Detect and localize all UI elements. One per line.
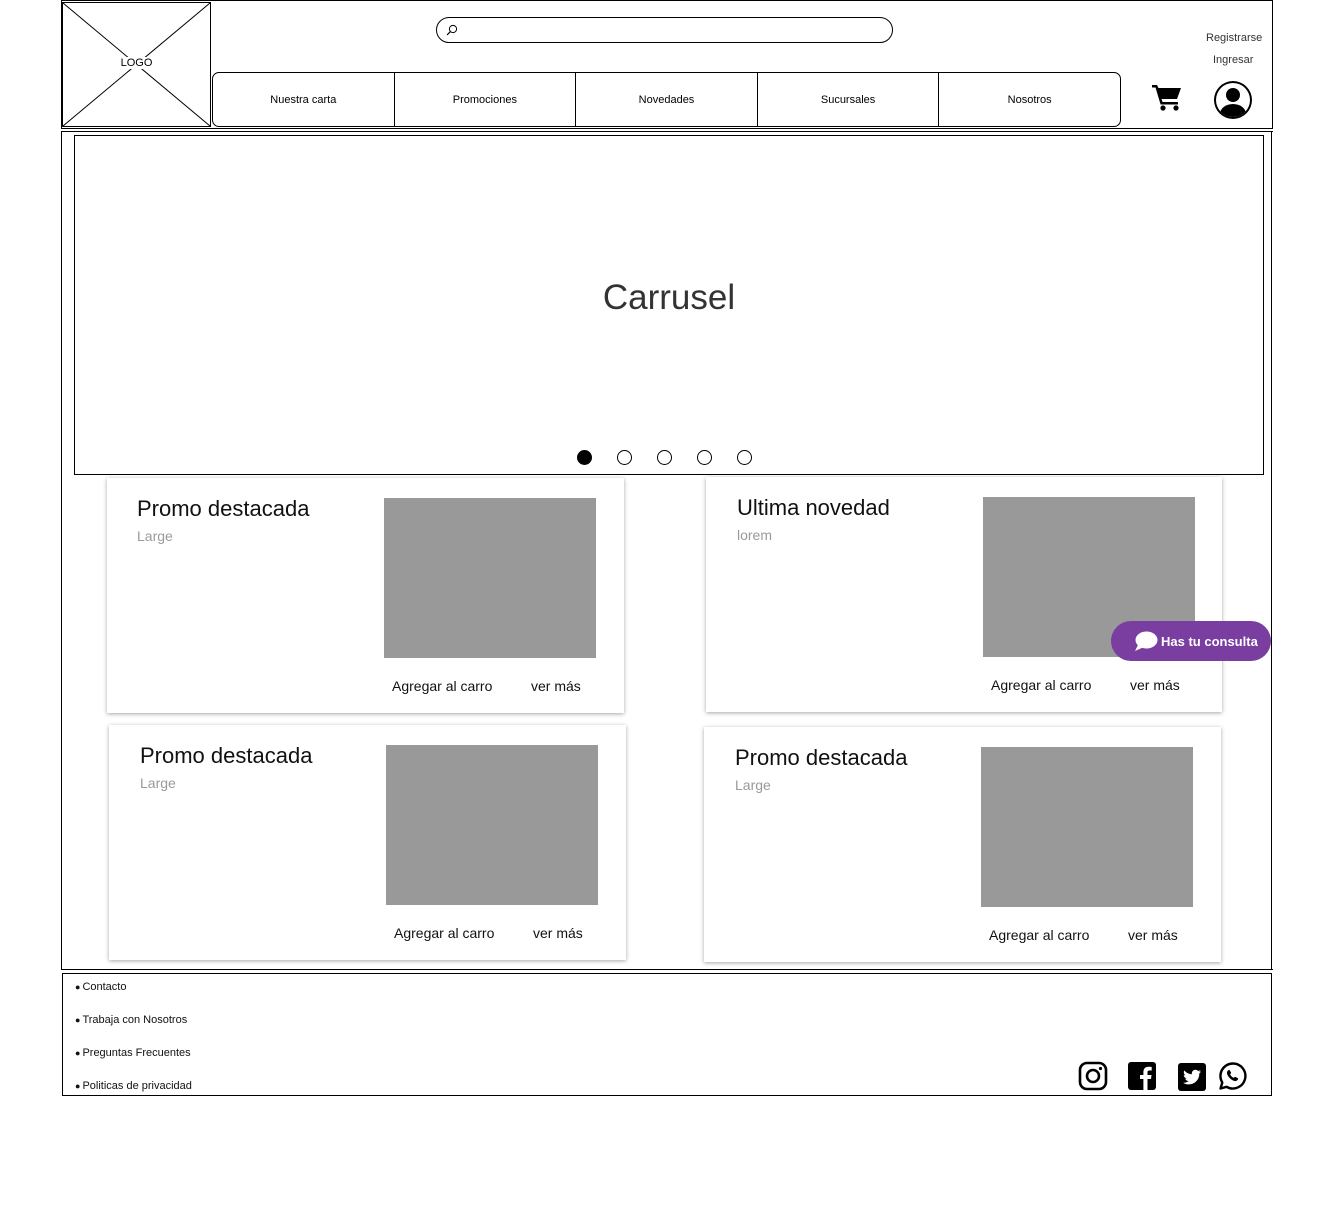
logo-text: LOGO (119, 57, 154, 69)
nav-item-nuestra-carta[interactable]: Nuestra carta (213, 73, 395, 126)
bullet-icon: ● (75, 1015, 81, 1025)
carousel-dot-1[interactable] (577, 450, 592, 465)
footer-link-preguntas[interactable]: ● Preguntas Frecuentes (75, 1047, 191, 1059)
add-to-cart-button[interactable]: Agregar al carro (392, 678, 492, 694)
card-title: Promo destacada (137, 496, 310, 521)
cart-icon[interactable] (1152, 83, 1182, 111)
carousel-dots (75, 450, 1263, 468)
footer-link-trabaja[interactable]: ● Trabaja con Nosotros (75, 1014, 187, 1026)
footer-link-privacidad[interactable]: ● Politicas de privacidad (75, 1080, 192, 1092)
card-subtitle: lorem (737, 527, 773, 543)
carousel[interactable]: Carrusel (74, 135, 1264, 475)
add-to-cart-button[interactable]: Agregar al carro (991, 677, 1091, 693)
see-more-button[interactable]: ver más (533, 925, 583, 941)
carousel-dot-2[interactable] (617, 450, 632, 465)
nav-item-nosotros[interactable]: Nosotros (939, 73, 1120, 126)
facebook-icon[interactable] (1127, 1061, 1157, 1091)
see-more-button[interactable]: ver más (1130, 677, 1180, 693)
card-subtitle: Large (137, 528, 173, 544)
nav-item-sucursales[interactable]: Sucursales (758, 73, 940, 126)
bullet-icon: ● (75, 1081, 81, 1091)
main-nav: Nuestra carta Promociones Novedades Sucu… (212, 72, 1121, 127)
login-link[interactable]: Ingresar (1213, 54, 1253, 66)
see-more-button[interactable]: ver más (531, 678, 581, 694)
add-to-cart-button[interactable]: Agregar al carro (394, 925, 494, 941)
card-subtitle: Large (140, 775, 176, 791)
page-border-right (1271, 132, 1272, 970)
instagram-icon[interactable] (1078, 1061, 1108, 1091)
user-avatar-icon[interactable] (1213, 80, 1253, 120)
card-title: Promo destacada (735, 745, 908, 770)
chat-bubble-icon (1135, 631, 1158, 651)
footer-link-contacto[interactable]: ● Contacto (75, 981, 126, 993)
bullet-icon: ● (75, 1048, 81, 1058)
card-title: Ultima novedad (737, 495, 890, 520)
search-icon (446, 24, 458, 36)
search-bar[interactable] (436, 17, 893, 43)
register-link[interactable]: Registrarse (1206, 32, 1262, 44)
promo-card: Promo destacada Large Agregar al carro v… (704, 727, 1221, 962)
search-input[interactable] (463, 21, 887, 41)
card-subtitle: Large (735, 777, 771, 793)
nav-item-novedades[interactable]: Novedades (576, 73, 758, 126)
promo-card: Promo destacada Large Agregar al carro v… (107, 478, 624, 713)
logo[interactable]: LOGO (62, 2, 211, 127)
twitter-icon[interactable] (1177, 1062, 1207, 1092)
carousel-dot-4[interactable] (697, 450, 712, 465)
see-more-button[interactable]: ver más (1128, 927, 1178, 943)
card-image (386, 745, 598, 905)
novelty-card: Ultima novedad lorem Agregar al carro ve… (706, 477, 1222, 712)
carousel-title: Carrusel (602, 278, 736, 317)
chat-button[interactable]: Has tu consulta (1111, 621, 1271, 661)
bullet-icon: ● (75, 982, 81, 992)
page-border-left (61, 132, 62, 970)
footer: ● Contacto ● Trabaja con Nosotros ● Pregunt… (62, 973, 1272, 1096)
carousel-dot-5[interactable] (737, 450, 752, 465)
promo-card: Promo destacada Large Agregar al carro v… (109, 725, 626, 960)
header-divider (61, 131, 1273, 132)
nav-item-promociones[interactable]: Promociones (395, 73, 577, 126)
card-title: Promo destacada (140, 743, 313, 768)
chat-label: Has tu consulta (1161, 634, 1258, 649)
add-to-cart-button[interactable]: Agregar al carro (989, 927, 1089, 943)
whatsapp-icon[interactable] (1218, 1061, 1248, 1091)
card-image (981, 747, 1193, 907)
card-image (384, 498, 596, 658)
carousel-dot-3[interactable] (657, 450, 672, 465)
footer-divider (61, 969, 1273, 970)
